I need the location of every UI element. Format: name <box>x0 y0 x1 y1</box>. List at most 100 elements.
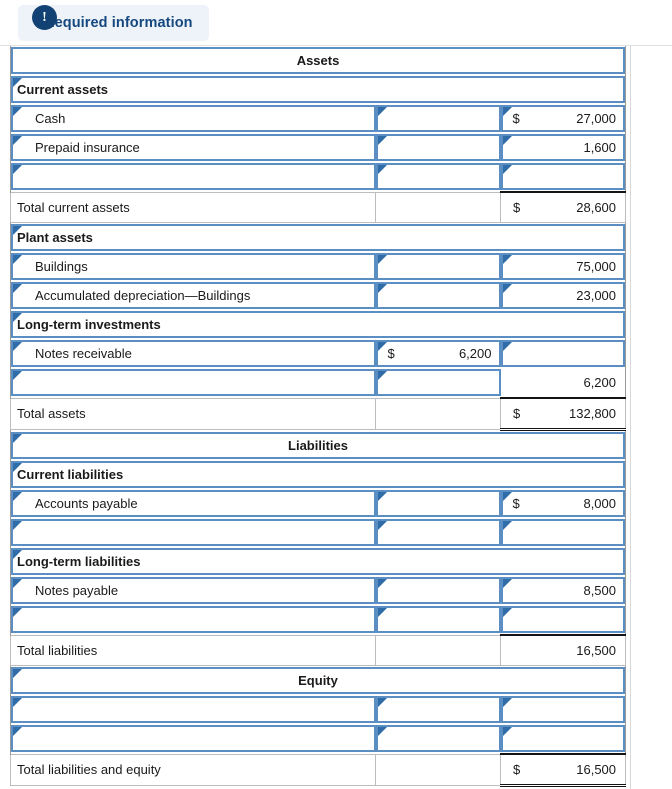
amount-input[interactable] <box>500 696 626 723</box>
amount-input[interactable]: $27,000 <box>500 105 626 132</box>
subtotal-amount-input[interactable] <box>375 696 501 723</box>
subtotal-amount-static <box>376 635 500 665</box>
subtotal-amount-cell <box>375 518 501 547</box>
amount-cell: 75,000 <box>500 252 627 281</box>
amount-cell <box>500 695 627 724</box>
account-name-input[interactable]: Notes payable <box>11 577 376 604</box>
subtotal-amount-cell <box>375 162 501 192</box>
account-name-text: Buildings <box>35 259 88 274</box>
subtotal-amount-cell <box>375 634 501 666</box>
subtotal-amount-static <box>376 399 500 429</box>
subtotal-amount-input[interactable] <box>375 105 501 132</box>
account-label-cell <box>10 518 376 547</box>
subtotal-amount-input[interactable] <box>375 369 501 397</box>
account-label-cell: Notes payable <box>10 576 376 605</box>
amount-input[interactable] <box>500 725 626 752</box>
account-label-cell: Accounts payable <box>10 489 376 518</box>
account-name-input[interactable] <box>11 519 376 546</box>
subtotal-amount-cell <box>375 133 501 162</box>
subtotal-amount-input[interactable]: $6,200 <box>375 340 501 367</box>
account-group-heading-input[interactable]: Long-term investments <box>11 311 626 338</box>
table-row: Assets <box>9 46 627 75</box>
subtotal-amount-cell <box>375 576 501 605</box>
account-name-text: Cash <box>35 111 66 126</box>
account-name-input[interactable]: Accounts payable <box>11 490 376 517</box>
subtotal-amount-cell <box>375 753 501 786</box>
account-label-cell <box>10 162 376 192</box>
account-group-heading-cell: Current assets <box>9 75 627 104</box>
subtotal-amount-input[interactable] <box>375 519 501 546</box>
currency-symbol: $ <box>513 762 521 777</box>
account-name-input[interactable]: Notes receivable <box>11 340 376 367</box>
total-row-label: Total current assets <box>11 192 375 222</box>
account-name-input[interactable]: Accumulated depreciation—Buildings <box>11 282 376 309</box>
total-label: Total current assets <box>17 199 130 215</box>
account-label-cell <box>10 605 376 635</box>
subtotal-amount-input[interactable] <box>375 577 501 604</box>
account-name-input[interactable]: Buildings <box>11 253 376 280</box>
account-name-input[interactable] <box>11 163 376 191</box>
amount-input[interactable]: 75,000 <box>500 253 626 280</box>
currency-symbol: $ <box>513 200 521 215</box>
subtotal-amount-cell <box>375 605 501 635</box>
subtotal-amount-input[interactable] <box>375 725 501 753</box>
account-name-input[interactable] <box>11 696 376 723</box>
amount-input[interactable]: 1,600 <box>500 134 626 161</box>
subtotal-amount-input[interactable] <box>375 606 501 634</box>
account-name-input[interactable] <box>11 725 376 753</box>
statement-section-title-input[interactable]: Assets <box>11 47 626 74</box>
subtotal-amount-cell <box>375 397 501 430</box>
amount-value: 6,200 <box>583 375 617 390</box>
total-amount-static: $28,600 <box>501 193 626 222</box>
account-name-input[interactable] <box>11 606 376 634</box>
account-name-text: Notes payable <box>35 583 119 598</box>
table-row <box>10 724 627 754</box>
statement-section-title-input[interactable]: Liabilities <box>11 432 626 459</box>
amount-input[interactable] <box>500 519 626 546</box>
subtotal-amount-cell <box>375 695 501 724</box>
amount-input[interactable] <box>500 340 626 367</box>
account-group-heading-input[interactable]: Current liabilities <box>11 461 626 488</box>
amount-cell: $28,600 <box>499 191 627 223</box>
amount-cell <box>500 518 627 547</box>
account-name-input[interactable] <box>11 369 376 397</box>
table-row <box>10 162 627 192</box>
account-name-text: Accounts payable <box>35 496 138 511</box>
amount-input[interactable]: 23,000 <box>500 282 626 309</box>
account-group-heading-input[interactable]: Current assets <box>11 76 626 103</box>
table-row: Equity <box>9 665 627 695</box>
account-group-heading-input[interactable]: Plant assets <box>11 224 626 251</box>
amount-input[interactable]: 8,500 <box>500 577 626 604</box>
statement-section-title-input[interactable]: Equity <box>11 667 626 694</box>
alert-exclamation-icon: ! <box>32 5 57 30</box>
account-name-text: Prepaid insurance <box>35 140 140 155</box>
table-row: Accounts payable $8,000 <box>10 489 627 518</box>
currency-symbol: $ <box>512 111 520 126</box>
amount-cell <box>500 339 627 368</box>
subtotal-amount-input[interactable] <box>375 163 501 191</box>
amount-input[interactable]: $8,000 <box>500 490 626 517</box>
table-row: Accumulated depreciation—Buildings 23,000 <box>10 281 627 310</box>
section-title-text: Equity <box>298 673 338 688</box>
group-heading-text: Plant assets <box>17 230 93 245</box>
subtotal-amount-input[interactable] <box>375 490 501 517</box>
amount-cell <box>500 162 627 192</box>
subtotal-amount-input[interactable] <box>375 282 501 309</box>
account-label-cell: Total liabilities <box>10 634 376 666</box>
amount-input[interactable] <box>500 606 626 633</box>
subtotal-amount-cell <box>375 368 501 398</box>
account-label-cell <box>10 695 376 724</box>
account-name-input[interactable]: Cash <box>11 105 376 132</box>
table-row: Cash $27,000 <box>10 104 627 133</box>
amount-input[interactable] <box>500 163 626 190</box>
amount-value: 28,600 <box>576 200 617 215</box>
section-title-text: Liabilities <box>288 438 348 453</box>
subtotal-amount-input[interactable] <box>375 253 501 280</box>
amount-cell: $8,000 <box>500 489 627 518</box>
statement-section-title-cell: Liabilities <box>9 429 627 460</box>
account-name-input[interactable]: Prepaid insurance <box>11 134 376 161</box>
account-group-heading-input[interactable]: Long-term liabilities <box>11 548 626 575</box>
table-row <box>10 605 627 635</box>
subtotal-amount-input[interactable] <box>375 134 501 161</box>
subtotal-amount-cell: $6,200 <box>375 339 501 368</box>
